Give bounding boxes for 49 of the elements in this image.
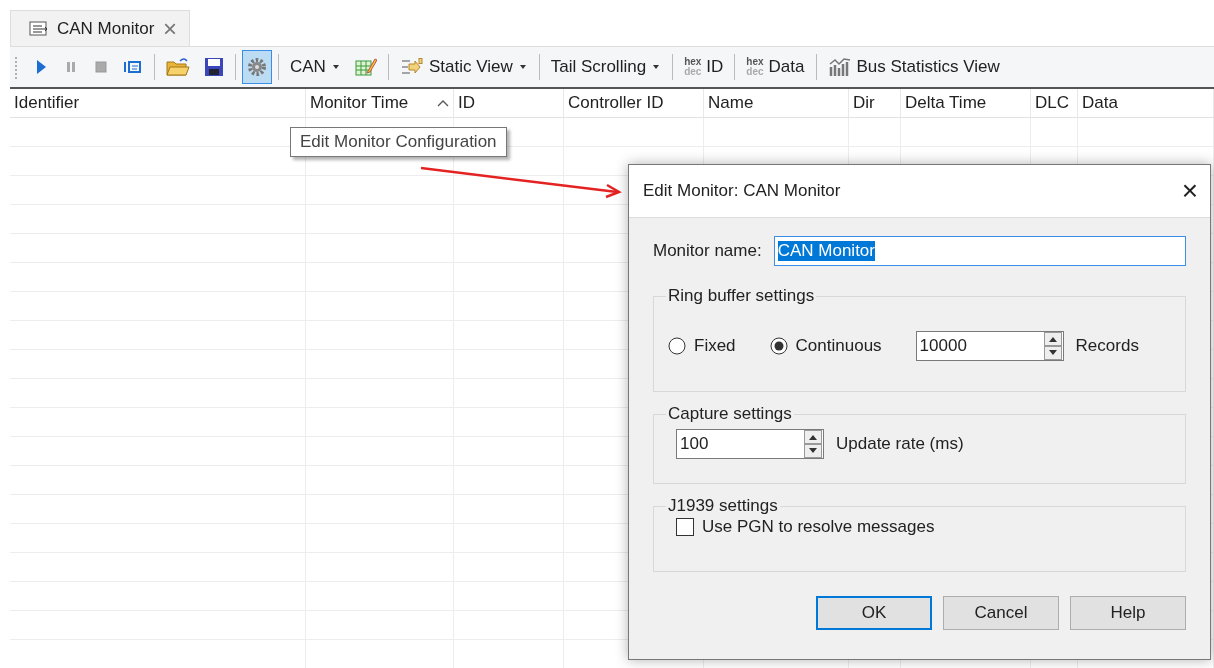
radio-option[interactable]: Continuous — [769, 336, 882, 356]
unit-label: Update rate (ms) — [836, 434, 964, 454]
grip-icon[interactable] — [14, 55, 18, 79]
column-header[interactable]: ID — [454, 89, 564, 117]
view-dropdown[interactable]: Static View — [394, 50, 533, 84]
statistics-button[interactable]: Bus Statistics View — [822, 50, 1005, 84]
caret-icon — [651, 64, 662, 70]
settings-button[interactable] — [242, 50, 272, 84]
monitor-name-field[interactable]: CAN Monitor — [773, 236, 1186, 266]
spinner-icon[interactable] — [804, 430, 822, 458]
bar-chart-icon — [827, 57, 852, 77]
group-title: J1939 settings — [666, 496, 780, 516]
group-title: Capture settings — [666, 404, 794, 424]
frame-icon — [123, 58, 143, 76]
dialog-title: Edit Monitor: CAN Monitor — [643, 181, 841, 201]
toolbar-dropdown[interactable]: Tail Scrolling — [545, 50, 667, 84]
funnel-arrow-icon — [399, 57, 424, 77]
column-header[interactable]: Delta Time — [901, 89, 1031, 117]
folder-icon — [166, 57, 190, 77]
tab-title: CAN Monitor — [57, 18, 155, 39]
close-button[interactable]: × — [1181, 177, 1198, 205]
column-header[interactable]: Dir — [849, 89, 901, 117]
document-tab[interactable]: CAN Monitor × — [10, 10, 190, 46]
spinner-icon[interactable] — [1043, 332, 1062, 360]
dialog-button[interactable]: OK — [816, 596, 932, 630]
group-title: Ring buffer settings — [666, 286, 817, 306]
dialog-button[interactable]: Help — [1070, 596, 1186, 630]
column-header[interactable]: DLC — [1031, 89, 1078, 117]
monitor-icon — [29, 20, 49, 37]
caret-icon — [517, 64, 528, 70]
tooltip: Edit Monitor Configuration — [290, 127, 507, 157]
stop-icon — [93, 58, 109, 76]
caret-icon — [330, 64, 341, 70]
field-label: Monitor name: — [653, 241, 762, 261]
records-spin-field[interactable]: 10000 — [915, 331, 1064, 361]
settings-icon — [247, 57, 267, 77]
column-header[interactable]: Identifier — [10, 89, 306, 117]
radio-option[interactable]: Fixed — [668, 336, 736, 356]
update-rate-spin-field[interactable]: 100 — [676, 429, 824, 459]
table-pencil-icon — [354, 57, 377, 77]
sort-icon — [437, 99, 449, 107]
column-header[interactable]: Data — [1078, 89, 1214, 117]
toolbar-dropdown[interactable]: CAN — [285, 50, 346, 84]
column-header[interactable]: Monitor Time — [306, 89, 454, 117]
unit-label: Records — [1075, 336, 1139, 356]
column-header[interactable]: Name — [704, 89, 849, 117]
dialog-button[interactable]: Cancel — [943, 596, 1059, 630]
close-tab-button[interactable]: × — [163, 16, 177, 41]
column-header[interactable]: Controller ID — [564, 89, 704, 117]
